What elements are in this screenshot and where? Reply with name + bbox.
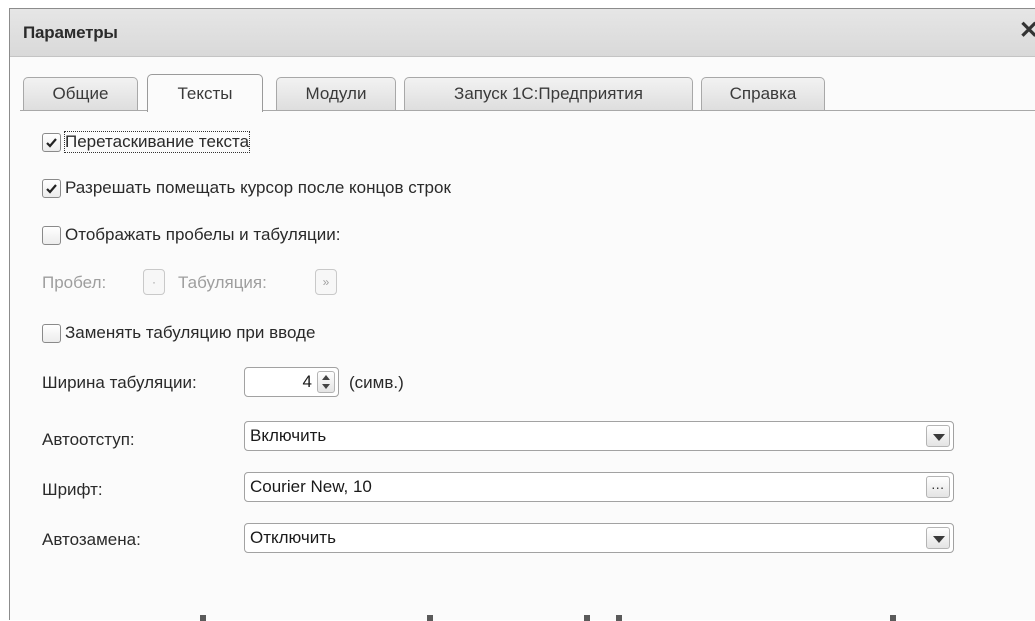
tab-glyph-label: Табуляция:: [178, 273, 267, 292]
spin-up-icon: [322, 375, 330, 380]
autoreplace-value: Отключить: [250, 528, 336, 547]
title-bar: Параметры ✕: [10, 9, 1035, 57]
autoindent-value: Включить: [250, 426, 327, 445]
bottom-edge-mark: [616, 615, 622, 621]
tab-width-unit: (симв.): [349, 373, 404, 392]
bottom-edge-mark: [427, 615, 433, 621]
close-icon[interactable]: ✕: [1019, 17, 1035, 45]
font-choose-button[interactable]: ...: [926, 476, 950, 498]
tab-launch-enterprise[interactable]: Запуск 1С:Предприятия: [404, 77, 693, 110]
tab-width-spinner[interactable]: [317, 371, 335, 393]
chevron-down-icon: [933, 434, 945, 441]
tab-help[interactable]: Справка: [701, 77, 825, 110]
spin-down-icon: [322, 384, 330, 389]
tab-texts[interactable]: Тексты: [147, 74, 263, 112]
tab-modules[interactable]: Модули: [276, 77, 396, 110]
tab-general[interactable]: Общие: [23, 77, 138, 110]
space-glyph-label: Пробел:: [42, 273, 107, 292]
parameters-dialog: Параметры ✕ Общие Тексты Модули Запуск 1…: [9, 8, 1035, 621]
check-icon: [46, 184, 57, 194]
bottom-edge-mark: [200, 615, 206, 621]
tab-width-input[interactable]: 4: [244, 367, 339, 397]
autoreplace-dropdown-button[interactable]: [926, 527, 950, 549]
autoindent-label: Автоотступ:: [42, 430, 135, 449]
bottom-edge-mark: [890, 615, 896, 621]
show-whitespace-checkbox[interactable]: [42, 226, 61, 245]
font-label: Шрифт:: [42, 480, 103, 499]
font-field[interactable]: Courier New, 10 ...: [244, 472, 954, 502]
drag-text-label[interactable]: Перетаскивание текста: [63, 131, 251, 153]
chevron-down-icon: [933, 536, 945, 543]
drag-text-checkbox[interactable]: [42, 133, 61, 152]
tab-width-label: Ширина табуляции:: [42, 373, 197, 392]
tab-glyph-button[interactable]: »: [315, 269, 337, 295]
autoreplace-select[interactable]: Отключить: [244, 523, 954, 553]
cursor-after-eol-checkbox[interactable]: [42, 179, 61, 198]
replace-tab-checkbox[interactable]: [42, 324, 61, 343]
replace-tab-label[interactable]: Заменять табуляцию при вводе: [65, 323, 315, 343]
dialog-title: Параметры: [23, 23, 118, 42]
font-value: Courier New, 10: [250, 477, 372, 496]
tab-width-value: 4: [302, 372, 312, 391]
check-icon: [46, 138, 57, 148]
autoindent-dropdown-button[interactable]: [926, 425, 950, 447]
bottom-edge-mark: [584, 615, 590, 621]
show-whitespace-label[interactable]: Отображать пробелы и табуляции:: [65, 225, 341, 245]
space-glyph-button[interactable]: ·: [143, 269, 165, 295]
autoreplace-label: Автозамена:: [42, 530, 141, 549]
autoindent-select[interactable]: Включить: [244, 421, 954, 451]
cursor-after-eol-label[interactable]: Разрешать помещать курсор после концов с…: [65, 178, 451, 198]
